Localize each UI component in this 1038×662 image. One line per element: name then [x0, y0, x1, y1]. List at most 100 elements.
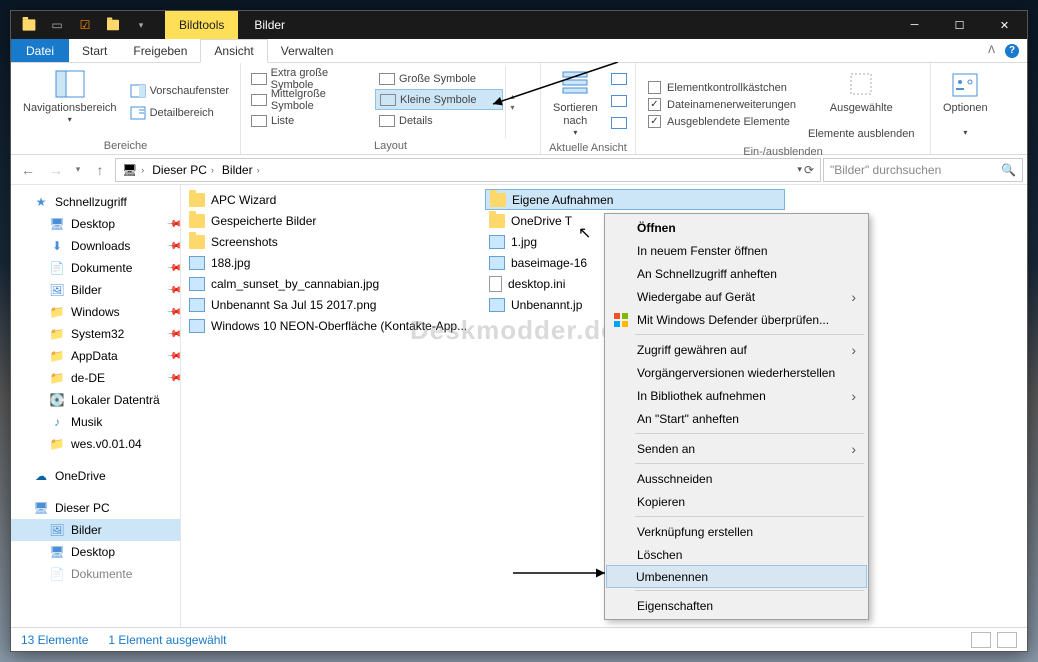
view-details-toggle[interactable]: [971, 632, 991, 648]
back-button[interactable]: ←: [15, 158, 41, 182]
layout-gallery-dropdown[interactable]: ▴▾: [505, 66, 519, 138]
sidebar-item[interactable]: ♪Musik: [11, 411, 180, 433]
refresh-icon[interactable]: ⟳: [804, 163, 814, 177]
sidebar-pc-desktop[interactable]: 🖥Desktop: [11, 541, 180, 563]
size-columns-button[interactable]: [608, 112, 630, 134]
recent-dropdown[interactable]: ▾: [71, 158, 85, 182]
sidebar-this-pc[interactable]: 🖥Dieser PC: [11, 497, 180, 519]
folder-icon: 📁: [49, 304, 65, 320]
file-item[interactable]: Gespeicherte Bilder: [185, 210, 485, 231]
context-menu-item[interactable]: Wiedergabe auf Gerät: [607, 285, 866, 308]
sidebar-pc-bilder[interactable]: 🖼Bilder: [11, 519, 180, 541]
checkbox-file-ext[interactable]: ✓Dateinamenerweiterungen: [648, 98, 796, 111]
layout-medium[interactable]: Mittelgroße Symbole: [247, 89, 375, 110]
tab-start[interactable]: Start: [69, 39, 120, 62]
sidebar-item[interactable]: ⬇Downloads📌: [11, 235, 180, 257]
detail-pane-button[interactable]: Detailbereich: [127, 102, 233, 124]
context-menu-item[interactable]: In neuem Fenster öffnen: [607, 239, 866, 262]
context-menu-item[interactable]: Eigenschaften: [607, 594, 866, 617]
context-menu-item[interactable]: An Schnellzugriff anheften: [607, 262, 866, 285]
context-menu-item[interactable]: Löschen: [607, 543, 866, 566]
hide-icon: [845, 68, 877, 100]
qat-checkbox-icon[interactable]: ☑: [74, 14, 96, 36]
sidebar-item[interactable]: 📁wes.v0.01.04: [11, 433, 180, 455]
file-item[interactable]: Unbenannt Sa Jul 15 2017.png: [185, 294, 485, 315]
file-item[interactable]: Eigene Aufnahmen: [485, 189, 785, 210]
context-menu-item[interactable]: Mit Windows Defender überprüfen...: [607, 308, 866, 331]
sidebar-onedrive[interactable]: ☁OneDrive: [11, 465, 180, 487]
add-columns-button[interactable]: [608, 90, 630, 112]
context-menu-item[interactable]: Zugriff gewähren auf: [607, 338, 866, 361]
preview-pane-icon: [130, 83, 146, 99]
layout-list[interactable]: Liste: [247, 110, 375, 131]
sidebar-item[interactable]: 📁de-DE📌: [11, 367, 180, 389]
context-menu-item[interactable]: Vorgängerversionen wiederherstellen: [607, 361, 866, 384]
address-dropdown-icon[interactable]: ▾: [797, 164, 802, 175]
status-count: 13 Elemente: [21, 633, 88, 647]
desktop-icon: 🖥: [49, 544, 65, 560]
view-icons-toggle[interactable]: [997, 632, 1017, 648]
tab-freigeben[interactable]: Freigeben: [120, 39, 200, 62]
file-item[interactable]: APC Wizard: [185, 189, 485, 210]
folder-icon: [189, 193, 205, 207]
pin-icon: 📌: [165, 348, 181, 365]
checkbox-icon: ✓: [648, 98, 661, 111]
sidebar-item[interactable]: 📁System32📌: [11, 323, 180, 345]
folder-icon: ⬇: [49, 238, 65, 254]
file-item[interactable]: Windows 10 NEON-Oberfläche (Kontakte-App…: [185, 315, 485, 336]
sidebar-pc-dokumente[interactable]: 📄Dokumente: [11, 563, 180, 585]
sidebar-item[interactable]: 📄Dokumente📌: [11, 257, 180, 279]
sort-button[interactable]: Sortieren nach▾: [547, 66, 604, 140]
options-button[interactable]: Optionen▾: [937, 66, 994, 150]
group-by-button[interactable]: [608, 68, 630, 90]
sidebar-item[interactable]: 📁Windows📌: [11, 301, 180, 323]
sidebar-item[interactable]: 📁AppData📌: [11, 345, 180, 367]
minimize-button[interactable]: ─: [892, 11, 937, 39]
checkbox-item-boxes[interactable]: Elementkontrollkästchen: [648, 81, 796, 94]
context-menu-item[interactable]: Verknüpfung erstellen: [607, 520, 866, 543]
qat-dropdown-icon[interactable]: ▾: [130, 14, 152, 36]
context-menu-item[interactable]: An "Start" anheften: [607, 407, 866, 430]
checkbox-icon: ✓: [648, 115, 661, 128]
window-title: Bilder: [254, 18, 285, 32]
context-menu-item[interactable]: Öffnen: [607, 216, 866, 239]
context-menu-item[interactable]: In Bibliothek aufnehmen: [607, 384, 866, 407]
qat-folder-icon[interactable]: [102, 14, 124, 36]
ribbon-collapse-icon[interactable]: ᐱ: [988, 45, 995, 56]
up-button[interactable]: ↑: [87, 158, 113, 182]
sidebar-item[interactable]: 🖼Bilder📌: [11, 279, 180, 301]
search-input[interactable]: "Bilder" durchsuchen 🔍: [823, 158, 1023, 182]
hide-selected-button[interactable]: AusgewählteElemente ausblenden: [802, 66, 920, 144]
qat-props-icon[interactable]: ▭: [46, 14, 68, 36]
folder-icon: [490, 193, 506, 207]
context-menu-item[interactable]: Umbenennen: [606, 565, 867, 588]
context-menu-item[interactable]: Kopieren: [607, 490, 866, 513]
help-icon[interactable]: ?: [1005, 44, 1019, 58]
layout-small[interactable]: Kleine Symbole: [375, 89, 503, 110]
file-item[interactable]: calm_sunset_by_cannabian.jpg: [185, 273, 485, 294]
breadcrumb[interactable]: 🖥› Dieser PC› Bilder› ▾ ⟳: [115, 158, 821, 182]
tab-verwalten[interactable]: Verwalten: [268, 39, 347, 62]
layout-large[interactable]: Große Symbole: [375, 68, 503, 89]
tab-ansicht[interactable]: Ansicht: [200, 39, 267, 63]
detail-pane-icon: [130, 105, 146, 121]
layout-details[interactable]: Details: [375, 110, 503, 131]
file-item[interactable]: 188.jpg: [185, 252, 485, 273]
file-item[interactable]: Screenshots: [185, 231, 485, 252]
preview-pane-button[interactable]: Vorschaufenster: [127, 80, 233, 102]
layout-extra-large[interactable]: Extra große Symbole: [247, 68, 375, 89]
checkbox-hidden[interactable]: ✓Ausgeblendete Elemente: [648, 115, 796, 128]
sidebar-item[interactable]: 🖥Desktop📌: [11, 213, 180, 235]
folder-icon: [489, 214, 505, 228]
context-menu-item[interactable]: Ausschneiden: [607, 467, 866, 490]
close-button[interactable]: ✕: [982, 11, 1027, 39]
context-tab-bildtools[interactable]: Bildtools: [165, 11, 238, 39]
sidebar-quick-access[interactable]: ★Schnellzugriff: [11, 191, 180, 213]
context-menu-item[interactable]: Senden an: [607, 437, 866, 460]
maximize-button[interactable]: ☐: [937, 11, 982, 39]
navigation-pane-button[interactable]: Navigationsbereich▾: [17, 66, 123, 138]
forward-button[interactable]: →: [43, 158, 69, 182]
file-menu[interactable]: Datei: [11, 39, 69, 62]
layout-group-label: Layout: [247, 138, 534, 154]
sidebar-item[interactable]: 💽Lokaler Datenträ: [11, 389, 180, 411]
